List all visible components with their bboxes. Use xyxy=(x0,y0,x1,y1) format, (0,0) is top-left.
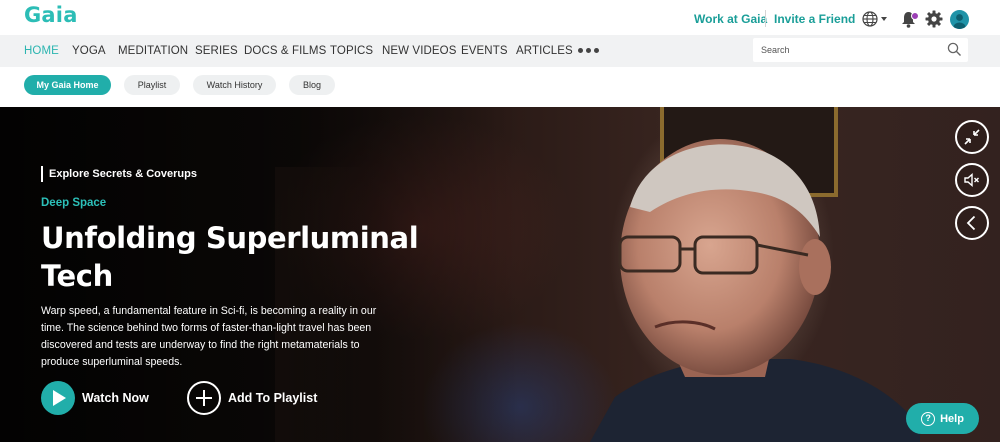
help-button[interactable]: ? Help xyxy=(906,403,979,434)
nav-item-meditation[interactable]: MEDITATION xyxy=(118,45,188,57)
pill-my-gaia-home[interactable]: My Gaia Home xyxy=(24,75,111,95)
hero-title: Unfolding Superluminal Tech xyxy=(41,221,419,293)
search-icon[interactable] xyxy=(947,42,962,57)
collapse-icon xyxy=(964,129,980,145)
nav-item-events[interactable]: EVENTS xyxy=(461,45,508,57)
add-to-playlist-label: Add To Playlist xyxy=(228,391,318,405)
question-icon: ? xyxy=(921,411,936,426)
plus-icon xyxy=(187,381,221,415)
watch-now-label: Watch Now xyxy=(82,391,149,405)
main-nav: HOME YOGA MEDITATION SERIES DOCS & FILMS… xyxy=(0,35,1000,67)
more-menu-icon[interactable] xyxy=(578,48,599,53)
invite-friend-link[interactable]: Invite a Friend xyxy=(774,12,855,26)
presenter-image xyxy=(590,139,920,442)
mute-button[interactable] xyxy=(955,163,989,197)
nav-item-articles[interactable]: ARTICLES xyxy=(516,45,573,57)
pill-playlist[interactable]: Playlist xyxy=(124,75,180,95)
hero-banner: Explore Secrets & Coverups Deep Space Un… xyxy=(0,107,1000,442)
help-label: Help xyxy=(940,412,964,425)
play-icon xyxy=(41,381,75,415)
sub-nav: My Gaia Home Playlist Watch History Blog xyxy=(0,67,1000,107)
gear-icon[interactable] xyxy=(925,10,943,28)
previous-button[interactable] xyxy=(955,206,989,240)
work-at-gaia-link[interactable]: Work at Gaia xyxy=(694,12,767,26)
collapse-button[interactable] xyxy=(955,120,989,154)
top-bar: Gaia Work at Gaia Invite a Friend xyxy=(0,0,1000,35)
add-to-playlist-button[interactable]: Add To Playlist xyxy=(187,381,317,415)
hero-kicker: Explore Secrets & Coverups xyxy=(41,166,197,182)
user-icon xyxy=(953,14,966,29)
notification-badge xyxy=(911,12,919,20)
hero-description: Warp speed, a fundamental feature in Sci… xyxy=(41,305,377,368)
chevron-down-icon[interactable] xyxy=(881,17,887,21)
nav-item-docs-films[interactable]: DOCS & FILMS xyxy=(244,45,326,57)
search-box xyxy=(753,38,968,62)
nav-item-yoga[interactable]: YOGA xyxy=(72,45,106,57)
chevron-left-icon xyxy=(966,215,976,231)
nav-item-series[interactable]: SERIES xyxy=(195,45,238,57)
speaker-muted-icon xyxy=(964,172,979,188)
search-input[interactable] xyxy=(761,42,941,58)
hero-series-link[interactable]: Deep Space xyxy=(41,197,106,209)
globe-icon[interactable] xyxy=(862,11,878,27)
nav-item-home[interactable]: HOME xyxy=(24,45,59,57)
avatar[interactable] xyxy=(950,10,969,29)
nav-item-new-videos[interactable]: NEW VIDEOS xyxy=(382,45,456,57)
watch-now-button[interactable]: Watch Now xyxy=(41,381,149,415)
nav-item-topics[interactable]: TOPICS xyxy=(330,45,373,57)
pill-watch-history[interactable]: Watch History xyxy=(193,75,276,95)
gaia-logo[interactable]: Gaia xyxy=(24,3,78,27)
pill-blog[interactable]: Blog xyxy=(289,75,335,95)
divider xyxy=(765,10,766,27)
